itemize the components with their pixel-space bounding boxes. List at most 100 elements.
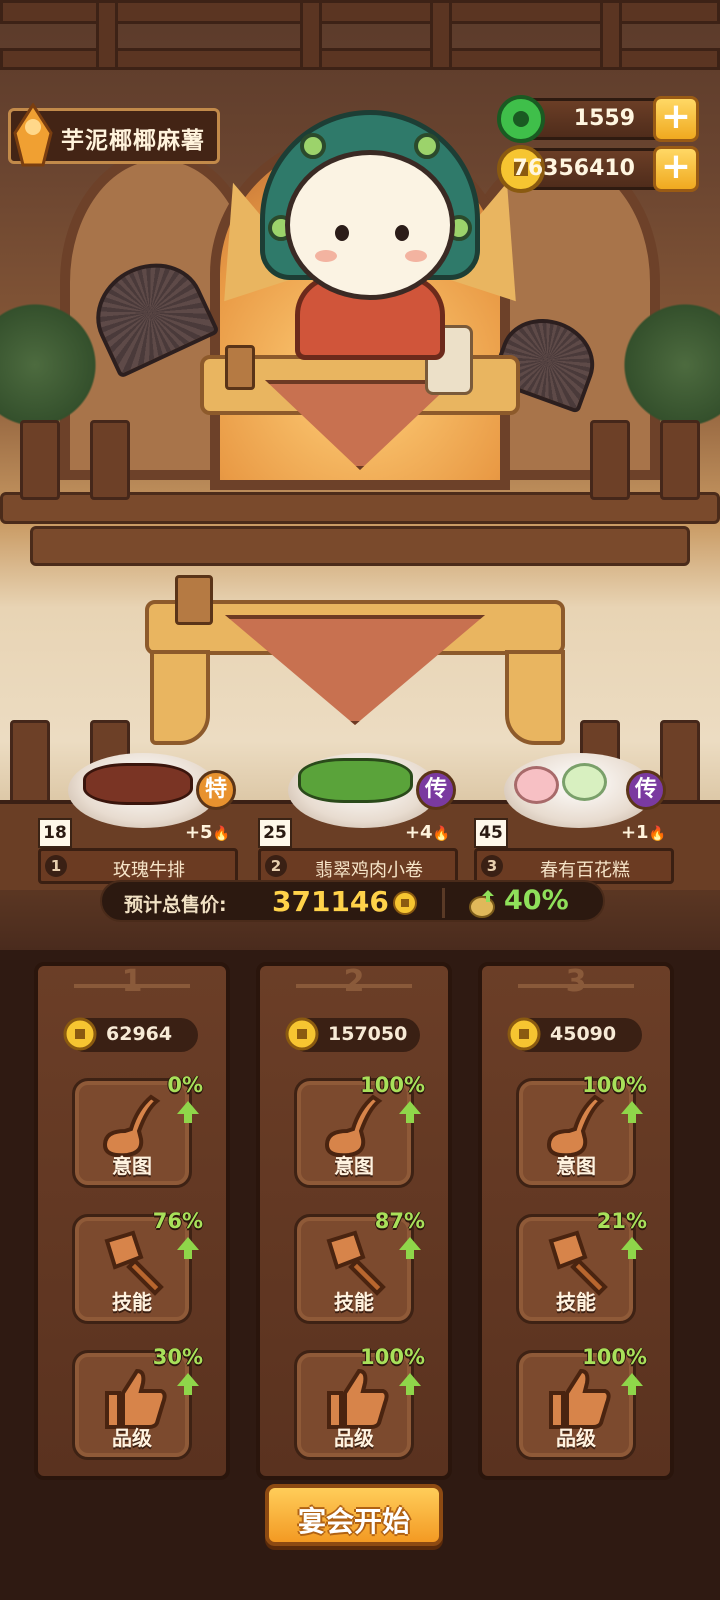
headdress-bead	[414, 133, 440, 159]
chopstick-cup	[175, 575, 213, 625]
column-number: 1	[74, 962, 190, 1002]
intent-label: 意图	[334, 1154, 374, 1178]
add-jade-button[interactable]: +	[653, 96, 699, 142]
dish-name: 翡翠鸡肉小卷	[315, 860, 423, 881]
legendary-badge: 传	[416, 770, 456, 810]
dish-index: 1	[45, 855, 67, 877]
intent-label: 意图	[112, 1154, 152, 1178]
chicken-roll-icon	[298, 758, 413, 803]
serving-column-1: 1 62964 0% 意图 76% 技能 30% 品级	[34, 962, 230, 1480]
upgrade-arrow-icon	[177, 1237, 199, 1259]
jade-value: 1559	[573, 106, 635, 131]
grade-label: 品级	[334, 1426, 374, 1450]
gold-coin-icon	[63, 1017, 97, 1051]
coin-value: 76356410	[512, 156, 635, 181]
legendary-badge: 传	[626, 770, 666, 810]
intent-percent: 0%	[167, 1073, 203, 1097]
column-price: 157050	[285, 1017, 420, 1052]
railing-post	[660, 420, 700, 500]
mascot-eye	[335, 225, 349, 241]
dish-index: 3	[481, 855, 503, 877]
grade-label: 品级	[556, 1426, 596, 1450]
roof-post	[430, 0, 452, 70]
fire-icon: 🔥	[432, 826, 450, 842]
grade-stat[interactable]: 100% 品级	[294, 1345, 425, 1460]
bonus-value: +1	[620, 822, 649, 843]
dish-bonus: +4🔥	[405, 822, 450, 843]
serving-column-2: 2 157050 100% 意图 87% 技能 100% 品级	[256, 962, 452, 1480]
add-coins-button[interactable]: +	[653, 146, 699, 192]
skill-label: 技能	[556, 1290, 596, 1314]
roof-post	[300, 0, 322, 70]
bonus-value: +5	[184, 822, 213, 843]
skill-stat[interactable]: 76% 技能	[72, 1209, 203, 1324]
dish-name: 春有百花糕	[540, 860, 630, 881]
dish-bonus: +5🔥	[185, 822, 230, 843]
intent-stat[interactable]: 100% 意图	[294, 1073, 425, 1188]
total-label: 预计总售价:	[124, 894, 227, 916]
serving-column-3: 3 45090 100% 意图 21% 技能 100% 品级	[478, 962, 674, 1480]
coin-resource: 76356410 +	[497, 145, 699, 193]
skill-stat[interactable]: 21% 技能	[516, 1209, 647, 1324]
upgrade-arrow-icon	[621, 1373, 643, 1395]
column-number: 3	[518, 962, 634, 1002]
dish-card-2[interactable]: 传 25 +4🔥 2 翡翠鸡肉小卷	[258, 753, 458, 888]
dish-level: 45	[474, 818, 508, 848]
skill-stat[interactable]: 87% 技能	[294, 1209, 425, 1324]
plus-icon: +	[660, 96, 692, 137]
dish-label: 2 翡翠鸡肉小卷	[258, 848, 458, 884]
roof-post	[96, 0, 118, 70]
intent-stat[interactable]: 100% 意图	[516, 1073, 647, 1188]
gold-coin-icon	[285, 1017, 319, 1051]
special-badge: 特	[196, 770, 236, 810]
mascot-character[interactable]	[190, 85, 550, 365]
fire-icon: 🔥	[212, 826, 230, 842]
headdress-bead	[300, 133, 326, 159]
money-bag-icon	[469, 890, 495, 918]
grade-stat[interactable]: 30% 品级	[72, 1345, 203, 1460]
intent-percent: 100%	[582, 1073, 647, 1097]
dish-bonus: +1🔥	[621, 822, 666, 843]
start-banquet-button[interactable]: 宴会开始	[265, 1484, 443, 1546]
price-value: 157050	[328, 1023, 408, 1045]
flower-cake-icon	[562, 763, 607, 801]
upgrade-arrow-icon	[399, 1101, 421, 1123]
mascot-blush	[405, 250, 427, 262]
roof-post	[600, 0, 622, 70]
skill-label: 技能	[112, 1290, 152, 1314]
grade-stat[interactable]: 100% 品级	[516, 1345, 647, 1460]
bonus-percent: 40%	[504, 885, 569, 916]
chef-avatar-icon	[13, 103, 53, 167]
bonus-value: +4	[404, 822, 433, 843]
grade-percent: 100%	[582, 1345, 647, 1369]
skill-percent: 76%	[152, 1209, 203, 1233]
flower-cake-icon	[514, 766, 559, 804]
dish-label: 3 春有百花糕	[474, 848, 674, 884]
grade-percent: 30%	[152, 1345, 203, 1369]
mascot-eye	[395, 225, 409, 241]
grade-label: 品级	[112, 1426, 152, 1450]
price-value: 45090	[550, 1023, 617, 1045]
jade-coin-icon	[497, 95, 545, 143]
dish-card-1[interactable]: 特 18 +5🔥 1 玫瑰牛排	[38, 753, 238, 888]
intent-percent: 100%	[360, 1073, 425, 1097]
dish-label: 1 玫瑰牛排	[38, 848, 238, 884]
table-leg	[505, 650, 565, 745]
plus-icon: +	[660, 146, 692, 187]
mascot-blush	[315, 250, 337, 262]
dish-card-3[interactable]: 传 45 +1🔥 3 春有百花糕	[474, 753, 674, 888]
column-price: 45090	[507, 1017, 642, 1052]
player-name-plate[interactable]: 芋泥椰椰麻薯	[8, 103, 220, 167]
upgrade-arrow-icon	[621, 1237, 643, 1259]
divider	[442, 888, 445, 918]
intent-label: 意图	[556, 1154, 596, 1178]
dish-level: 25	[258, 818, 292, 848]
column-price: 62964	[63, 1017, 198, 1052]
mascot-face	[285, 150, 455, 300]
upgrade-arrow-icon	[177, 1101, 199, 1123]
total-value: 371146	[272, 885, 389, 918]
skill-label: 技能	[334, 1290, 374, 1314]
gold-coin-icon	[393, 891, 417, 915]
intent-stat[interactable]: 0% 意图	[72, 1073, 203, 1188]
skill-percent: 87%	[374, 1209, 425, 1233]
